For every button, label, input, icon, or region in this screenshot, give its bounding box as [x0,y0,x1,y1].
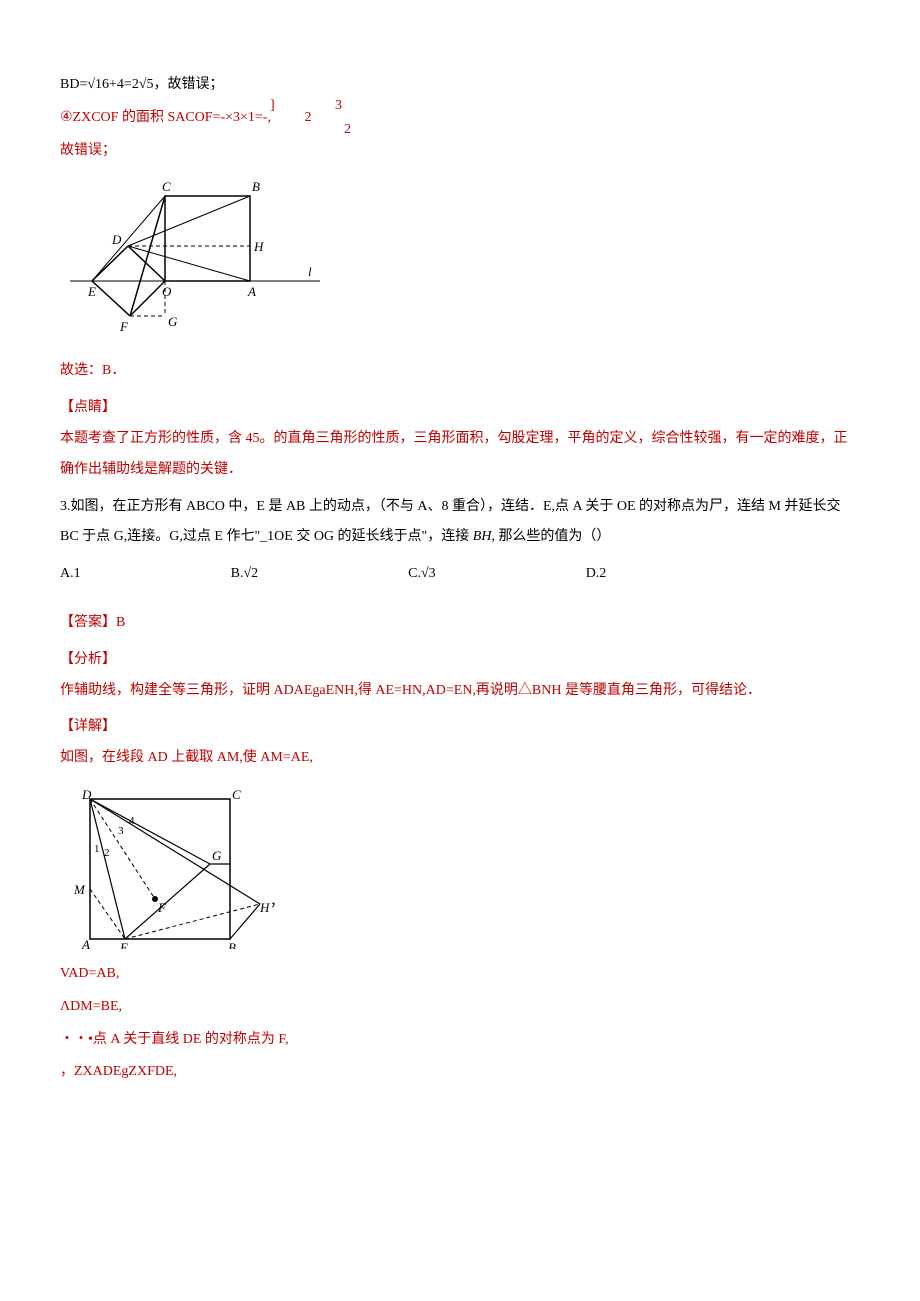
text-frac-right-bot: 2 [344,115,351,146]
svg-text:A: A [81,937,90,949]
svg-text:G: G [168,314,178,329]
text-select-b: 故选：B． [60,356,860,387]
svg-text:l: l [308,264,312,279]
para-analysis-body: 作辅助线，构建全等三角形，证明 ADAEgaENH,得 AE=HN,AD=EN,… [60,676,860,707]
svg-text:F: F [157,900,167,915]
diagram2-trail: ， [270,888,284,949]
svg-text:1: 1 [94,843,100,855]
text-point-a: ・・•点 A 关于直线 DE 的对称点为 F, [60,1025,860,1056]
option-a: A.1 [60,559,81,590]
svg-text:4: 4 [129,815,135,827]
svg-text:E: E [87,284,96,299]
heading-answer: 【答案】B [60,608,860,639]
text-adm: ΛDM=BE, [60,992,860,1023]
svg-text:G: G [212,848,222,863]
text-bd-equation: BD=√16+4=2√5，故错误； [60,77,224,92]
para-dianjing-body: 本题考查了正方形的性质，含 45。的直角三角形的性质，三角形面积，勾股定理，平角… [60,424,860,486]
q3-text-c: 那么些的值为（） [495,529,611,544]
text-zxade: ，ZXADEgZXFDE, [60,1057,860,1088]
text-gu-error: 故错误； [60,136,860,167]
svg-text:D: D [111,232,122,247]
diagram-1: C B D H l E O A F G [60,176,860,346]
text-vad: VAD=AB, [60,959,860,990]
q3-text-bh: BH, [473,529,495,544]
svg-text:B: B [228,940,236,949]
svg-text:F: F [119,319,129,334]
svg-text:E: E [119,940,128,949]
diagram-2: D C 4 3 1 2 G M F H A E B ， [60,784,860,949]
svg-text:C: C [232,787,241,802]
svg-text:B: B [252,179,260,194]
heading-analysis: 【分析】 [60,645,860,676]
option-d: D.2 [586,559,607,590]
option-c: C.√3 [408,559,436,590]
svg-text:M: M [73,882,86,897]
svg-text:H: H [253,239,264,254]
heading-dianjing: 【点睛】 [60,393,860,424]
option-b: B.√2 [231,559,259,590]
text-detail-1: 如图，在线段 AD 上截取 AM,使 AM=AE, [60,743,860,774]
text-frac-top: ] [270,91,275,122]
svg-text:3: 3 [118,825,124,837]
text-frac-right-top: 3 [335,91,342,122]
text-item4: ④ZXCOF 的面积 SACOF=-×3×1=-, [60,110,271,125]
svg-text:A: A [247,284,256,299]
svg-text:O: O [162,284,172,299]
svg-text:2: 2 [104,847,110,859]
svg-text:C: C [162,179,171,194]
q3-text-a: 3.如图，在正方形有 ABCO 中，E 是 AB 上的动点，（不与 A、8 重合… [60,499,841,545]
text-trail-2: 2 [304,110,311,125]
heading-detail: 【详解】 [60,712,860,743]
svg-text:H: H [259,900,270,915]
svg-text:D: D [81,787,92,802]
